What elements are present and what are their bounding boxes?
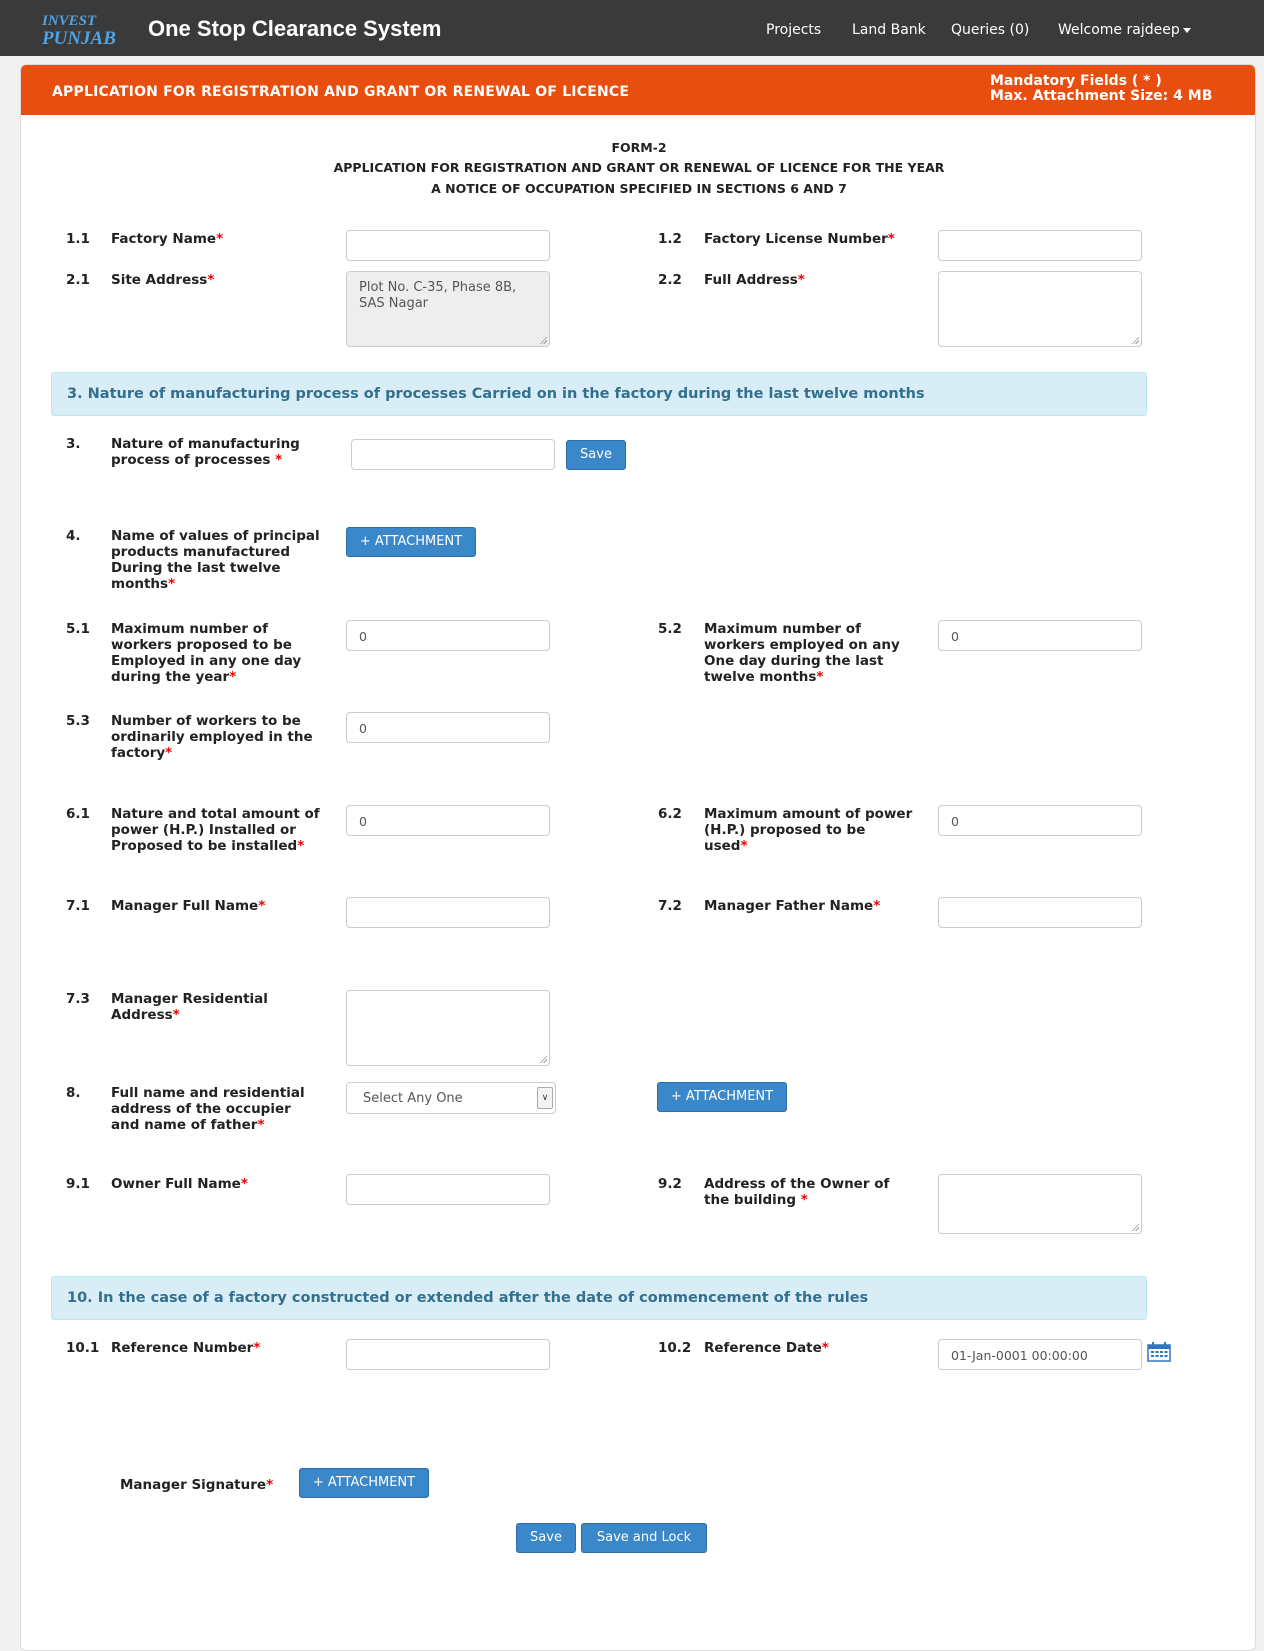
field-number: 10.2 <box>658 1340 692 1356</box>
max-attachment-note: Max. Attachment Size: 4 MB <box>990 88 1213 104</box>
user-menu[interactable]: Welcome rajdeep <box>1058 22 1191 38</box>
nav-projects[interactable]: Projects <box>766 22 821 38</box>
resize-grip-icon[interactable] <box>539 336 547 344</box>
site-address-label: Site Address* <box>111 272 215 288</box>
max-workers-employed-label: Maximum number of workers employed on any… <box>704 621 900 685</box>
section-3-header: 3. Nature of manufacturing process of pr… <box>51 372 1147 416</box>
caret-down-icon <box>1182 27 1191 33</box>
field-number: 9.2 <box>658 1176 682 1192</box>
max-workers-proposed-label: Maximum number of workers proposed to be E… <box>111 621 302 685</box>
principal-products-attachment-button[interactable]: + ATTACHMENT <box>346 527 476 557</box>
user-menu-label: Welcome rajdeep <box>1058 22 1180 38</box>
field-number: 6.1 <box>66 806 90 822</box>
field-number: 4. <box>66 528 81 544</box>
field-number: 6.2 <box>658 806 682 822</box>
application-panel: APPLICATION FOR REGISTRATION AND GRANT O… <box>20 64 1256 1651</box>
manufacturing-process-label: Nature of manufacturing process of proces… <box>111 436 300 468</box>
section-10-header: 10. In the case of a factory constructed… <box>51 1276 1147 1320</box>
field-number: 1.1 <box>66 231 90 247</box>
resize-grip-icon[interactable] <box>1131 336 1139 344</box>
reference-number-input[interactable] <box>346 1339 550 1370</box>
power-installed-label: Nature and total amount of power (H.P.) I… <box>111 806 320 854</box>
signature-attachment-button[interactable]: + ATTACHMENT <box>299 1468 429 1498</box>
top-navbar: INVEST PUNJAB One Stop Clearance System … <box>0 0 1264 56</box>
calendar-icon[interactable] <box>1147 1342 1171 1362</box>
principal-products-label: Name of values of principal products manu… <box>111 528 320 592</box>
ordinary-workers-label: Number of workers to be ordinarily employ… <box>111 713 313 761</box>
chevron-down-icon[interactable]: ∨ <box>537 1087 553 1109</box>
field-number: 5.2 <box>658 621 682 637</box>
max-workers-proposed-input[interactable]: 0 <box>346 620 550 651</box>
field-number: 5.1 <box>66 621 90 637</box>
occupier-select-value: Select Any One <box>363 1091 463 1106</box>
manager-address-label: Manager Residential Address* <box>111 991 268 1023</box>
factory-name-input[interactable] <box>346 230 550 261</box>
manager-name-label: Manager Full Name* <box>111 898 266 914</box>
occupier-label: Full name and residential address of the … <box>111 1085 305 1133</box>
save-process-button[interactable]: Save <box>566 440 626 470</box>
form-heading-line1: APPLICATION FOR REGISTRATION AND GRANT O… <box>333 160 945 175</box>
field-number: 1.2 <box>658 231 682 247</box>
svg-text:PUNJAB: PUNJAB <box>41 28 116 48</box>
full-address-textarea[interactable] <box>938 271 1142 347</box>
power-proposed-label: Maximum amount of power (H.P.) proposed t… <box>704 806 913 854</box>
power-installed-input[interactable]: 0 <box>346 805 550 836</box>
factory-name-label: Factory Name* <box>111 231 224 247</box>
svg-text:INVEST: INVEST <box>41 13 97 29</box>
factory-license-input[interactable] <box>938 230 1142 261</box>
resize-grip-icon[interactable] <box>539 1055 547 1063</box>
reference-date-label: Reference Date* <box>704 1340 829 1356</box>
manager-name-input[interactable] <box>346 897 550 928</box>
manager-father-name-label: Manager Father Name* <box>704 898 881 914</box>
panel-title: APPLICATION FOR REGISTRATION AND GRANT O… <box>52 84 630 100</box>
field-number: 2.1 <box>66 272 90 288</box>
field-number: 7.3 <box>66 991 90 1007</box>
factory-license-label: Factory License Number* <box>704 231 895 247</box>
nav-queries[interactable]: Queries (0) <box>951 22 1029 38</box>
field-number: 2.2 <box>658 272 682 288</box>
full-address-label: Full Address* <box>704 272 805 288</box>
field-number: 9.1 <box>66 1176 90 1192</box>
nav-land-bank[interactable]: Land Bank <box>852 22 926 38</box>
save-and-lock-button[interactable]: Save and Lock <box>581 1523 707 1553</box>
invest-punjab-logo[interactable]: INVEST PUNJAB <box>40 10 124 48</box>
occupier-attachment-button[interactable]: + ATTACHMENT <box>657 1082 787 1112</box>
manager-signature-label: Manager Signature* <box>120 1477 274 1493</box>
mandatory-note: Mandatory Fields ( * ) Max. Attachment S… <box>990 74 1212 104</box>
site-address-textarea[interactable]: Plot No. C-35, Phase 8B, SAS Nagar <box>346 271 550 347</box>
app-title[interactable]: One Stop Clearance System <box>148 16 441 42</box>
owner-address-label: Address of the Owner of the building * <box>704 1176 890 1208</box>
form-heading-line2: A NOTICE OF OCCUPATION SPECIFIED IN SECT… <box>431 181 847 196</box>
panel-header: APPLICATION FOR REGISTRATION AND GRANT O… <box>21 65 1255 115</box>
field-number: 7.2 <box>658 898 682 914</box>
manufacturing-process-input[interactable] <box>351 439 555 470</box>
manager-address-textarea[interactable] <box>346 990 550 1066</box>
field-number: 8. <box>66 1085 81 1101</box>
owner-name-label: Owner Full Name* <box>111 1176 248 1192</box>
reference-number-label: Reference Number* <box>111 1340 261 1356</box>
save-button[interactable]: Save <box>516 1523 576 1553</box>
reference-date-input[interactable]: 01-Jan-0001 00:00:00 <box>938 1339 1142 1370</box>
field-number: 5.3 <box>66 713 90 729</box>
field-number: 10.1 <box>66 1340 100 1356</box>
max-workers-employed-input[interactable]: 0 <box>938 620 1142 651</box>
field-number: 7.1 <box>66 898 90 914</box>
occupier-select[interactable]: Select Any One ∨ <box>346 1082 556 1114</box>
power-proposed-input[interactable]: 0 <box>938 805 1142 836</box>
ordinary-workers-input[interactable]: 0 <box>346 712 550 743</box>
owner-name-input[interactable] <box>346 1174 550 1205</box>
form-number: FORM-2 <box>611 140 667 155</box>
field-number: 3. <box>66 436 81 452</box>
mandatory-fields-note: Mandatory Fields ( * ) <box>990 73 1162 89</box>
resize-grip-icon[interactable] <box>1131 1223 1139 1231</box>
manager-father-name-input[interactable] <box>938 897 1142 928</box>
owner-address-textarea[interactable] <box>938 1174 1142 1234</box>
site-address-value: Plot No. C-35, Phase 8B, SAS Nagar <box>359 280 517 311</box>
